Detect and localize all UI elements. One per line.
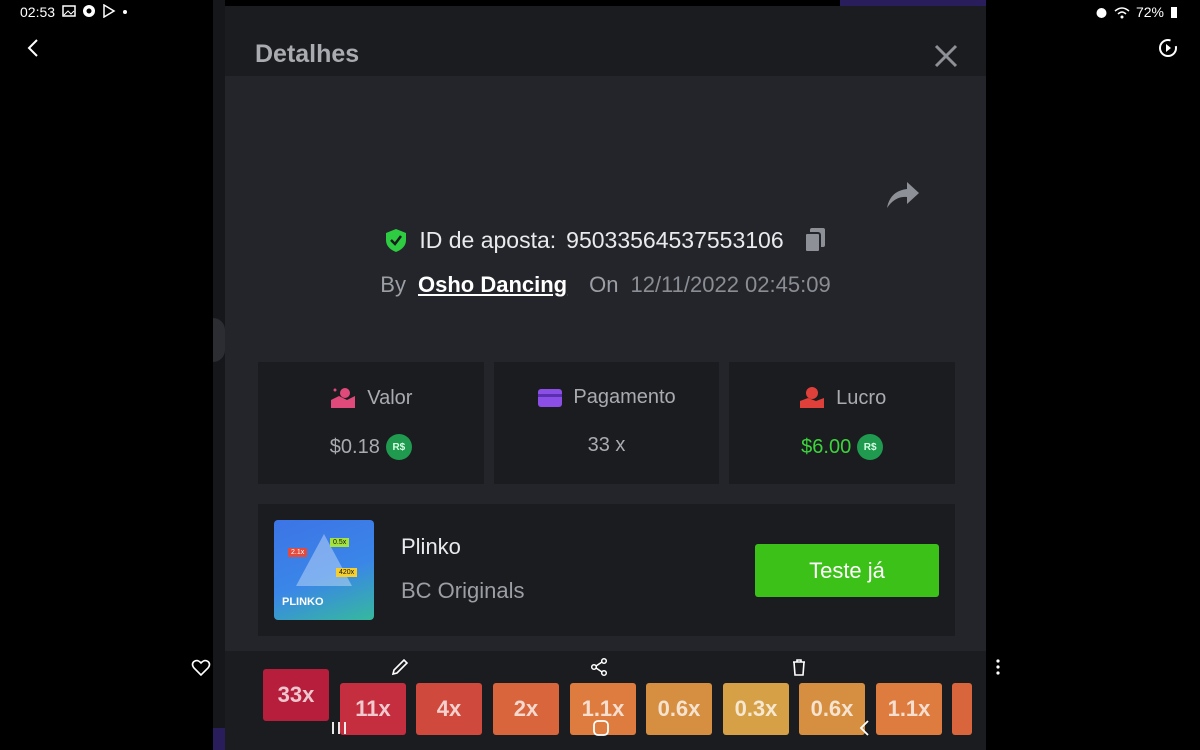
valor-card: Valor $0.18 R$ (258, 362, 484, 484)
on-label: On (589, 272, 619, 297)
lucro-card: Lucro $6.00 R$ (729, 362, 956, 484)
bet-id-value: 95033564537553106 (566, 226, 784, 253)
dot-icon (123, 10, 127, 14)
alarm-icon (1096, 7, 1107, 18)
username-link[interactable]: Osho Dancing (418, 272, 567, 298)
brl-coin-icon: R$ (857, 434, 884, 460)
multiplier-chip: 33x (263, 669, 329, 721)
share-icon[interactable] (883, 178, 923, 212)
wifi-icon (1114, 6, 1130, 18)
gallery-icon (62, 5, 76, 17)
shield-check-icon (386, 229, 407, 252)
multiplier-chip: 4x (416, 683, 482, 735)
game-name[interactable]: Plinko (401, 534, 461, 560)
bet-datetime: 12/11/2022 02:45:09 (630, 272, 831, 297)
background-panel-edge (213, 0, 225, 750)
multiplier-chip-partial (952, 683, 972, 735)
pagamento-value: 33 x (587, 434, 626, 456)
valor-label: Valor (367, 386, 413, 409)
multiplier-chip: 1.1x (876, 683, 942, 735)
pagamento-label: Pagamento (573, 386, 676, 408)
status-time: 02:53 (20, 4, 56, 20)
thumb-label: PLINKO (282, 596, 324, 608)
thumb-tag: 420x (336, 568, 358, 577)
back-arrow-icon[interactable] (22, 36, 46, 60)
multiplier-chip: 11x (340, 683, 406, 735)
heart-icon[interactable] (191, 658, 211, 678)
multiplier-chip: 0.6x (646, 683, 712, 735)
multiplier-chip: 0.6x (799, 683, 865, 735)
details-modal: Detalhes ID de aposta: 95033564537553106… (225, 6, 986, 750)
profit-hand-icon (800, 387, 825, 408)
modal-title: Detalhes (255, 40, 360, 68)
pagamento-card: Pagamento 33 x (493, 362, 720, 484)
thumb-tag: 0.5x (330, 538, 350, 547)
more-options-icon[interactable] (988, 657, 1008, 677)
status-left-icons (62, 4, 128, 18)
multiplier-chip: 2x (493, 683, 559, 735)
by-label: By (380, 272, 406, 297)
lucro-label: Lucro (836, 386, 887, 409)
copy-icon[interactable] (802, 226, 828, 254)
modal-header: Detalhes (225, 6, 986, 76)
game-row: 2.1x 0.5x 420x PLINKO Plinko BC Original… (258, 504, 955, 636)
delete-icon[interactable] (789, 657, 809, 677)
author-line: By Osho Dancing On 12/11/2022 02:45:09 (225, 272, 986, 298)
money-hand-icon (331, 388, 356, 408)
plinko-thumbnail[interactable]: 2.1x 0.5x 420x PLINKO (274, 520, 374, 620)
share-icon[interactable] (589, 657, 609, 677)
rotate-screen-icon[interactable] (1156, 36, 1180, 60)
wallet-icon (538, 388, 563, 407)
bet-details: ID de aposta: 95033564537553106 By Osho … (225, 106, 986, 651)
brl-coin-icon: R$ (385, 434, 412, 460)
battery-icon (1171, 6, 1177, 18)
game-provider: BC Originals (401, 578, 525, 603)
thumb-tag: 2.1x (288, 548, 308, 557)
status-right-icons: 72% (1095, 4, 1178, 20)
valor-value: $0.18 (329, 435, 380, 458)
bet-stat-cards: Valor $0.18 R$ Pagamento 33 x Lucro $6.0… (258, 362, 956, 484)
lucro-value: $6.00 (801, 435, 852, 458)
battery-percent: 72% (1135, 4, 1164, 20)
recent-apps-icon[interactable] (330, 720, 348, 736)
multiplier-chip: 0.3x (723, 683, 789, 735)
close-icon[interactable] (933, 43, 959, 69)
home-icon[interactable] (592, 719, 610, 737)
edit-icon[interactable] (390, 657, 410, 677)
side-handle[interactable] (213, 318, 225, 362)
play-store-icon (103, 4, 116, 18)
notification-icon (83, 5, 95, 17)
bet-id-line: ID de aposta: 95033564537553106 (225, 226, 986, 254)
nav-back-icon[interactable] (857, 719, 873, 737)
try-now-button[interactable]: Teste já (755, 544, 939, 597)
header-divider (225, 76, 986, 106)
bet-id-label: ID de aposta: (419, 226, 557, 253)
